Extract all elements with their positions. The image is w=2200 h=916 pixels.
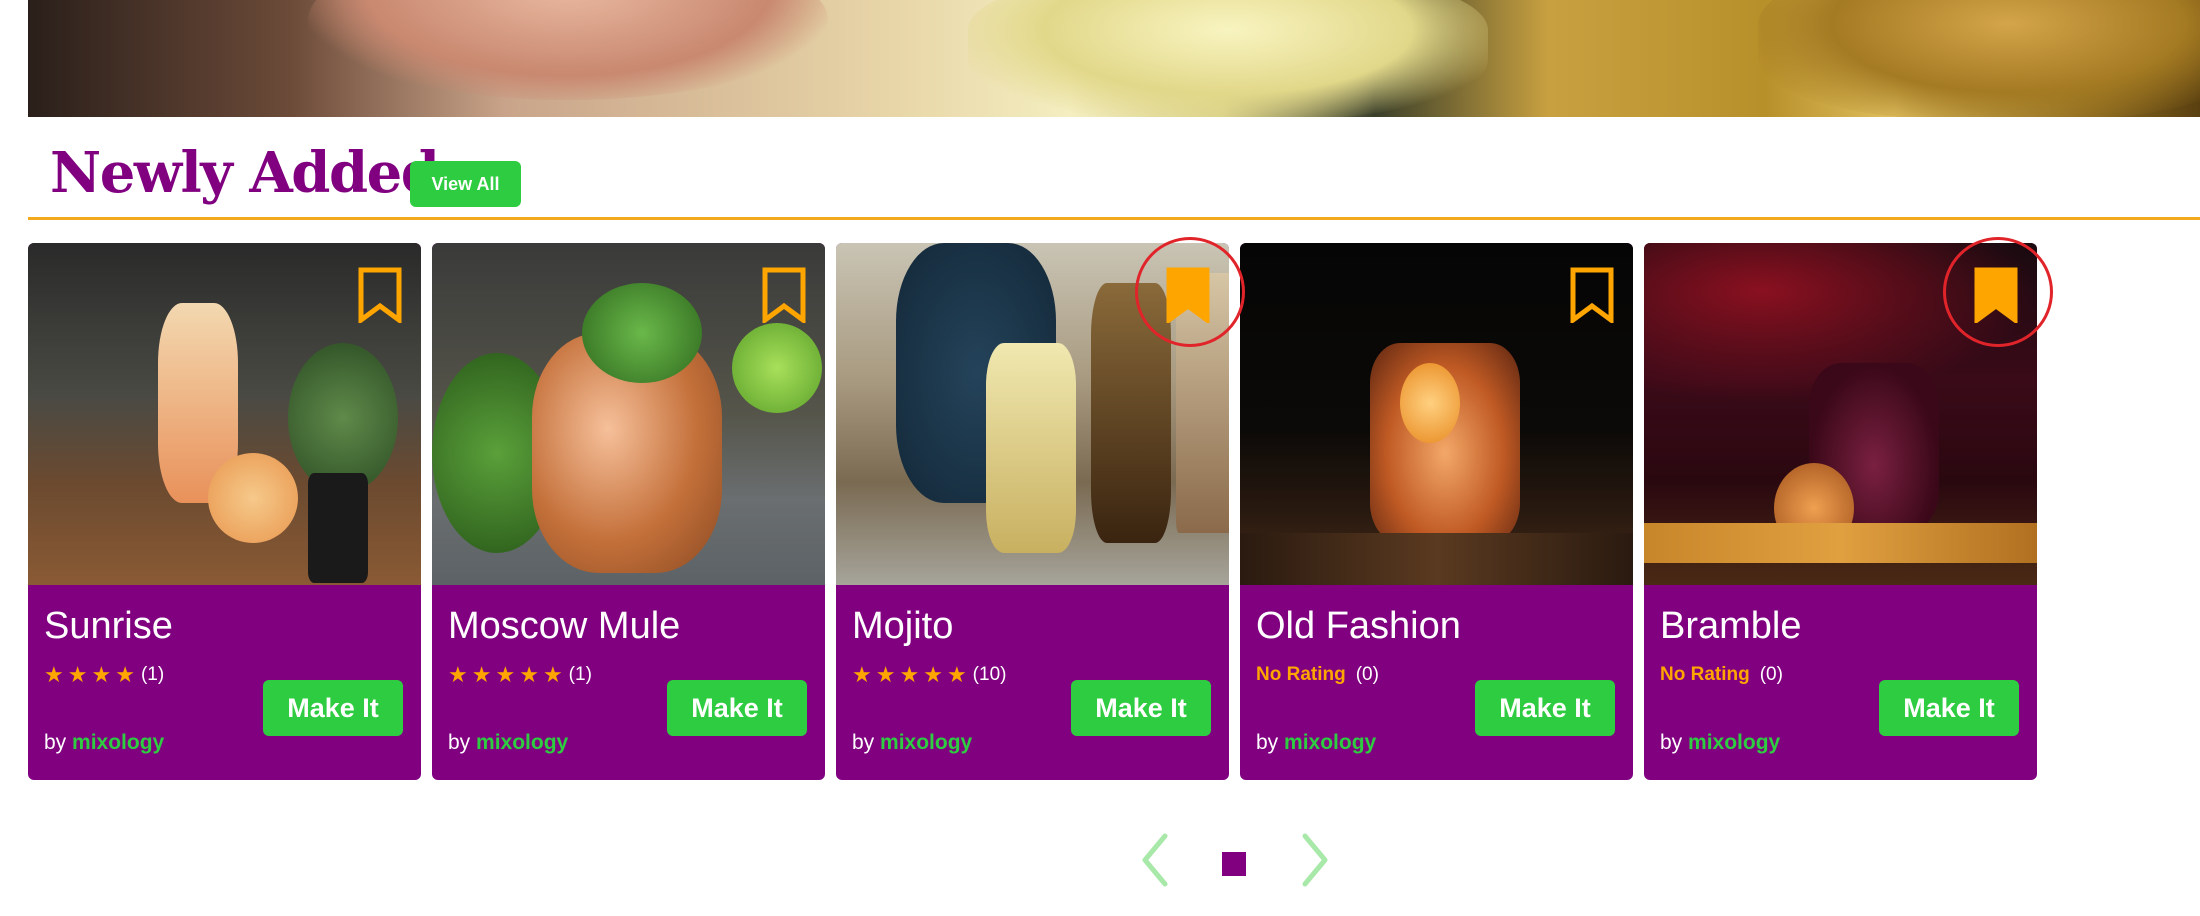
recipe-rating: ★ ★ ★ ★ ★ (1): [448, 663, 592, 687]
hero-mug-graphic: [1758, 0, 2200, 117]
star-icon: ★: [115, 662, 135, 687]
recipe-byline: by mixology: [1256, 731, 1376, 755]
star-icon: ★: [946, 662, 967, 687]
pagination-dot-active[interactable]: [1222, 852, 1246, 876]
make-it-button[interactable]: Make It: [263, 680, 403, 736]
author-link[interactable]: mixology: [1284, 731, 1376, 754]
no-rating-label: No Rating: [1660, 664, 1750, 685]
recipe-rating: No Rating (0): [1660, 663, 1783, 687]
author-link[interactable]: mixology: [476, 731, 568, 754]
star-icon: ★: [448, 662, 468, 687]
bookmark-icon[interactable]: [1165, 267, 1211, 323]
make-it-button[interactable]: Make It: [1071, 680, 1211, 736]
no-rating-label: No Rating: [1256, 664, 1346, 685]
recipe-name[interactable]: Old Fashion: [1256, 605, 1461, 648]
rating-count: (10): [972, 664, 1007, 685]
bookmark-icon[interactable]: [357, 267, 403, 323]
section-title: Newly Added: [50, 140, 440, 206]
recipe-rating: ★ ★ ★ ★ ★ (10): [852, 663, 1006, 687]
star-icon: ★: [542, 662, 563, 687]
rating-count: (1): [140, 664, 165, 685]
recipe-card[interactable]: Mojito ★ ★ ★ ★ ★ (10) Make It by mixolog…: [836, 243, 1229, 780]
byline-prefix: by: [448, 731, 471, 754]
author-link[interactable]: mixology: [72, 731, 164, 754]
star-icon: ★: [875, 662, 896, 687]
author-link[interactable]: mixology: [1688, 731, 1780, 754]
star-icon: ★: [91, 662, 112, 687]
recipe-name[interactable]: Sunrise: [44, 605, 173, 648]
star-icon: ★: [923, 662, 943, 687]
byline-prefix: by: [1256, 731, 1279, 754]
make-it-button[interactable]: Make It: [1475, 680, 1615, 736]
rating-count: (0): [1355, 664, 1379, 685]
recipe-name[interactable]: Moscow Mule: [448, 605, 680, 648]
author-link[interactable]: mixology: [880, 731, 972, 754]
chevron-right-icon[interactable]: [1295, 830, 1335, 890]
recipe-rating: No Rating (0): [1256, 663, 1379, 687]
make-it-button[interactable]: Make It: [667, 680, 807, 736]
view-all-button[interactable]: View All: [410, 161, 521, 207]
recipe-rating: ★ ★ ★ ★ (1): [44, 663, 164, 687]
recipe-name[interactable]: Mojito: [852, 605, 953, 648]
hero-glass-graphic: [968, 0, 1488, 117]
rating-count: (1): [568, 664, 592, 685]
recipe-byline: by mixology: [1660, 731, 1780, 755]
star-icon: ★: [519, 662, 539, 687]
rating-count: (0): [1759, 664, 1783, 685]
recipe-byline: by mixology: [448, 731, 568, 755]
bookmark-icon[interactable]: [1973, 267, 2019, 323]
section-divider: [28, 217, 2200, 220]
star-icon: ★: [471, 662, 492, 687]
recipe-card[interactable]: Sunrise ★ ★ ★ ★ (1) Make It by mixology: [28, 243, 421, 780]
byline-prefix: by: [852, 731, 875, 754]
star-icon: ★: [899, 662, 920, 687]
star-icon: ★: [495, 662, 516, 687]
bookmark-icon[interactable]: [1569, 267, 1615, 323]
star-icon: ★: [852, 662, 872, 687]
hero-image: [28, 0, 2200, 117]
recipe-byline: by mixology: [852, 731, 972, 755]
byline-prefix: by: [1660, 731, 1683, 754]
recipe-card[interactable]: Old Fashion No Rating (0) Make It by mix…: [1240, 243, 1633, 780]
hero-hand-graphic: [308, 0, 828, 100]
recipe-byline: by mixology: [44, 731, 164, 755]
chevron-left-icon[interactable]: [1135, 830, 1175, 890]
recipe-name[interactable]: Bramble: [1660, 605, 1802, 648]
recipe-card[interactable]: Moscow Mule ★ ★ ★ ★ ★ (1) Make It by mix…: [432, 243, 825, 780]
star-icon: ★: [67, 662, 88, 687]
recipe-card[interactable]: Bramble No Rating (0) Make It by mixolog…: [1644, 243, 2037, 780]
star-icon: ★: [44, 662, 64, 687]
bookmark-icon[interactable]: [761, 267, 807, 323]
byline-prefix: by: [44, 731, 67, 754]
make-it-button[interactable]: Make It: [1879, 680, 2019, 736]
